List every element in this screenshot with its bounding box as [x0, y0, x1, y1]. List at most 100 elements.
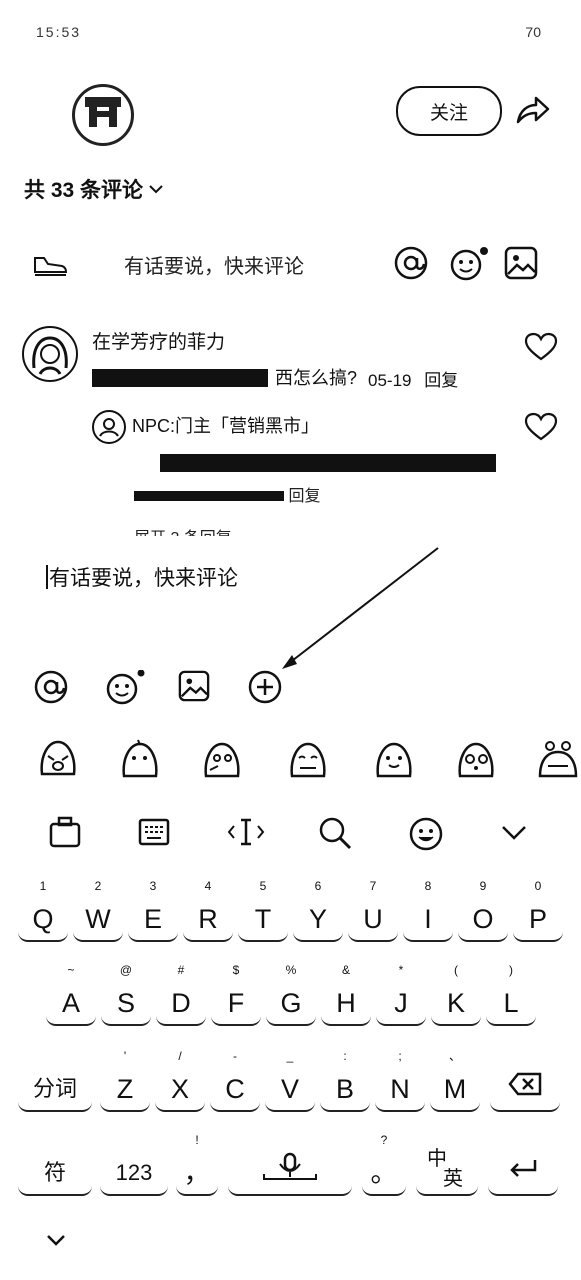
key-f[interactable]: $ F [211, 962, 261, 1026]
key-d-hint: # [177, 963, 185, 977]
key-l-label: L [503, 988, 519, 1018]
clipboard-icon[interactable] [48, 816, 82, 848]
nav-collapse-chevron-icon[interactable] [46, 1233, 66, 1247]
key-q[interactable]: 1Q [18, 878, 68, 942]
comment-text: 西怎么搞? [92, 364, 357, 390]
reply-like-heart-icon[interactable] [524, 412, 558, 442]
key-space[interactable] [228, 1132, 352, 1196]
key-y[interactable]: 6Y [293, 878, 343, 942]
key-backspace[interactable] [490, 1048, 560, 1112]
comment-author[interactable]: 在学芳疗的菲力 [92, 327, 225, 354]
reply-reply-link[interactable]: 回复 [288, 488, 320, 505]
key-d[interactable]: # D [156, 962, 206, 1026]
sticker-crying-icon[interactable] [36, 736, 80, 780]
key-t[interactable]: 5T [238, 878, 288, 942]
key-fenci[interactable]: 分词 [18, 1048, 92, 1112]
key-s[interactable]: @ S [101, 962, 151, 1026]
key-v[interactable]: _ V [265, 1048, 315, 1112]
key-k[interactable]: (K [431, 962, 481, 1026]
key-symbols-label: 符 [43, 1160, 66, 1185]
key-m-hint: 、 [448, 1049, 461, 1063]
at-icon[interactable] [394, 246, 428, 280]
reply-author[interactable]: NPC:门主「营销黑市」 [132, 412, 319, 438]
commenter-avatar[interactable] [22, 326, 78, 382]
comment-input[interactable]: 有话要说，快来评论 [46, 562, 238, 592]
key-u-label: U [363, 904, 383, 934]
emoji-keyboard-icon[interactable] [408, 816, 444, 852]
search-icon[interactable] [318, 816, 352, 850]
key-e-label: E [143, 904, 162, 934]
key-q-hint: 1 [39, 879, 47, 893]
comment-count-dropdown[interactable]: 共 33 条评论 [24, 174, 163, 204]
comment-reply-link[interactable]: 回复 [424, 371, 458, 390]
key-o-label: O [472, 904, 494, 934]
key-c[interactable]: -C [210, 1048, 260, 1112]
sticker-smile-icon[interactable] [372, 736, 416, 780]
image-icon[interactable] [178, 670, 210, 702]
keyboard-layout-icon[interactable] [138, 818, 170, 846]
emoji-icon[interactable] [450, 246, 488, 282]
comment-text-fragment: 西怎么搞? [275, 368, 358, 388]
key-x[interactable]: / X [155, 1048, 205, 1112]
key-lang-switch[interactable]: 中英 [416, 1132, 478, 1196]
key-a-label: A [61, 988, 80, 1018]
plus-icon[interactable] [248, 670, 282, 704]
sticker-thinking-icon[interactable] [200, 736, 244, 780]
cursor-move-icon[interactable] [226, 816, 266, 848]
sticker-group-icon[interactable] [536, 736, 580, 780]
reply-avatar[interactable] [92, 410, 126, 444]
key-y-hint: 6 [314, 879, 322, 893]
key-p[interactable]: 0P [513, 878, 563, 942]
key-period[interactable]: ?。 [362, 1132, 406, 1196]
key-o[interactable]: 9O [458, 878, 508, 942]
comment-input-text: 有话要说，快来评论 [49, 567, 238, 590]
key-u[interactable]: 7U [348, 878, 398, 942]
status-bar: 15:53 70 [36, 24, 541, 46]
key-z[interactable]: ' Z [100, 1048, 150, 1112]
follow-button[interactable]: 关注 [396, 86, 502, 136]
like-heart-icon[interactable] [524, 332, 558, 362]
key-s-hint: @ [119, 963, 133, 977]
key-b[interactable]: :B [320, 1048, 370, 1112]
image-icon[interactable] [504, 246, 538, 280]
key-p-hint: 0 [534, 879, 542, 893]
key-i[interactable]: 8I [403, 878, 453, 942]
key-l[interactable]: ) L [486, 962, 536, 1026]
key-m[interactable]: 、 M [430, 1048, 480, 1112]
emoji-icon[interactable] [106, 670, 146, 706]
key-123[interactable]: 123 [100, 1132, 168, 1196]
key-comma[interactable]: !， [176, 1132, 218, 1196]
sticker-cover-face-icon[interactable] [118, 736, 162, 780]
at-icon[interactable] [34, 670, 68, 704]
account-avatar[interactable] [72, 84, 134, 146]
key-j[interactable]: * J [376, 962, 426, 1026]
sticker-surprised-icon[interactable] [454, 736, 498, 780]
key-comma-label: ， [183, 1158, 211, 1188]
key-f-hint: $ [232, 963, 240, 977]
hide-keyboard-chevron-icon[interactable] [500, 824, 528, 842]
sticker-shy-icon[interactable] [286, 736, 330, 780]
key-c-label: C [225, 1074, 245, 1104]
share-icon[interactable] [512, 90, 552, 130]
key-h-label: H [336, 988, 356, 1018]
key-y-label: Y [308, 904, 327, 934]
key-r[interactable]: 4R [183, 878, 233, 942]
expand-replies-link[interactable]: 展开 3 条回复 [134, 524, 232, 536]
key-w[interactable]: 2W [73, 878, 123, 942]
key-n-hint: ; [398, 1049, 402, 1063]
comment-composer[interactable]: 有话要说，快来评论 [0, 236, 581, 292]
key-h[interactable]: & H [321, 962, 371, 1026]
key-123-label: 123 [115, 1160, 153, 1185]
key-p-label: P [528, 904, 547, 934]
key-enter[interactable] [488, 1132, 558, 1196]
key-g[interactable]: % G [266, 962, 316, 1026]
key-i-hint: 8 [424, 879, 432, 893]
key-c-hint: - [233, 1049, 237, 1063]
key-a[interactable]: ~ A [46, 962, 96, 1026]
key-e[interactable]: 3E [128, 878, 178, 942]
key-n[interactable]: ; N [375, 1048, 425, 1112]
key-g-hint: % [285, 963, 297, 977]
lang-switch-label: 中英 [427, 1142, 467, 1194]
key-t-hint: 5 [259, 879, 267, 893]
key-symbols[interactable]: 符 [18, 1132, 92, 1196]
